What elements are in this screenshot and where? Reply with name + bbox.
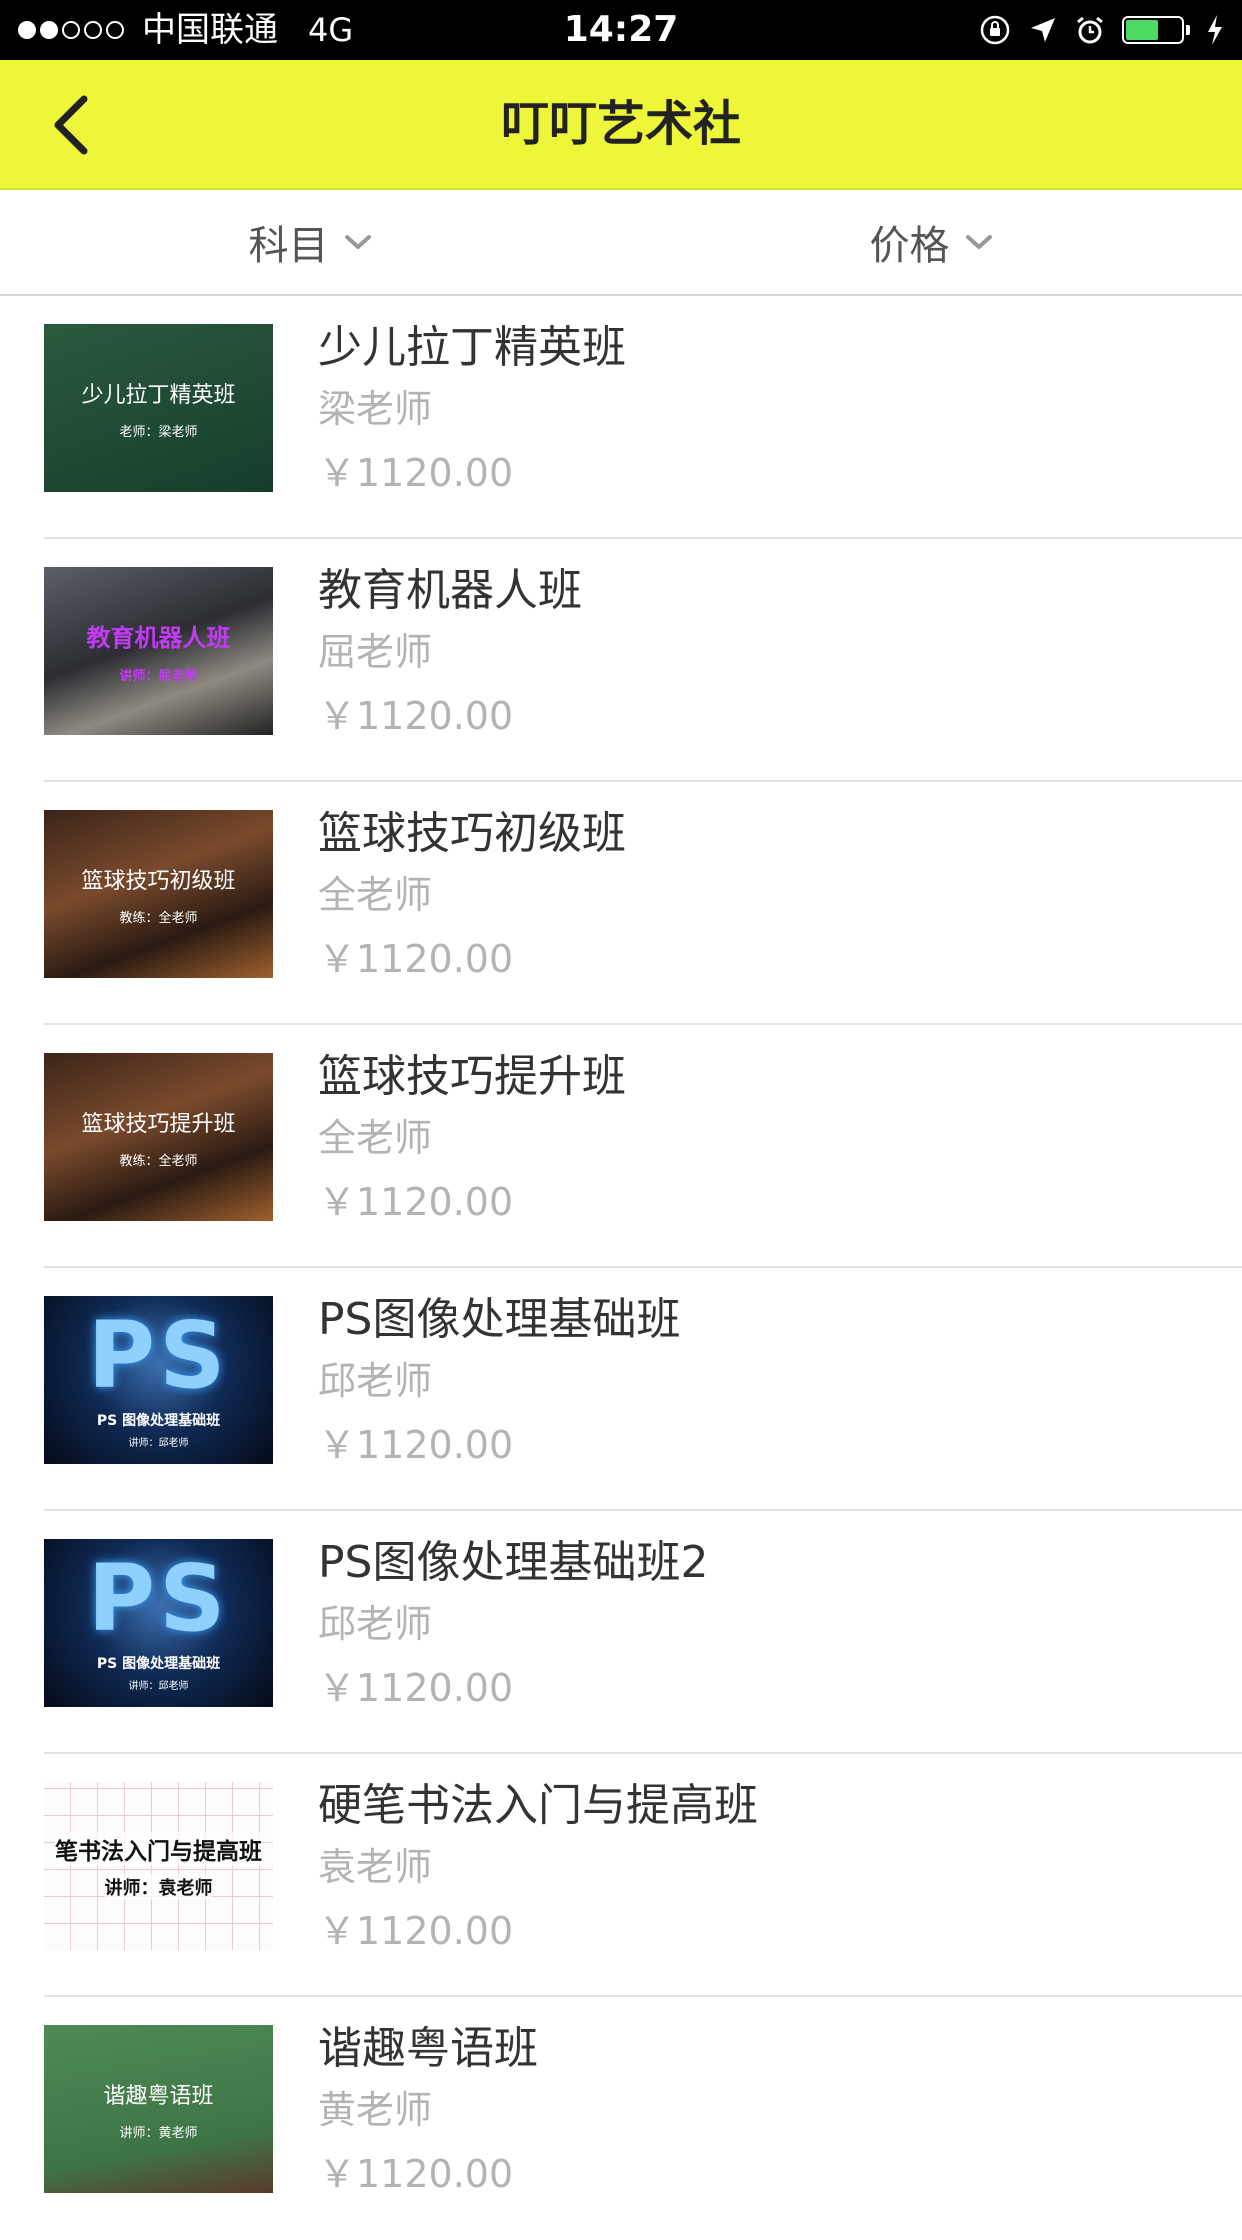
course-thumbnail: PS PS 图像处理基础班 讲师：邱老师 xyxy=(44,1296,273,1464)
course-teacher: 全老师 xyxy=(318,1116,433,1160)
chevron-down-icon xyxy=(343,232,373,252)
thumbnail-title: 少儿拉丁精英班 xyxy=(81,382,236,408)
thumbnail-title: 篮球技巧初级班 xyxy=(81,868,236,894)
alarm-icon xyxy=(1074,14,1106,46)
course-price: ￥1120.00 xyxy=(318,694,514,738)
course-title: 谐趣粤语班 xyxy=(318,2023,538,2074)
thumbnail-subtitle: 教练：全老师 xyxy=(119,910,198,926)
course-thumbnail: 篮球技巧提升班 教练：全老师 xyxy=(44,1053,273,1221)
rotation-lock-icon xyxy=(978,13,1012,47)
price-filter[interactable]: 价格 xyxy=(621,190,1242,294)
course-thumbnail: 笔书法入门与提高班 讲师：袁老师 xyxy=(44,1782,273,1950)
course-item[interactable]: 笔书法入门与提高班 讲师：袁老师 硬笔书法入门与提高班 袁老师 ￥1120.00 xyxy=(0,1754,1242,1997)
thumbnail-subtitle: 讲师：袁老师 xyxy=(104,1874,213,1900)
thumbnail-subtitle: 讲师：黄老师 xyxy=(119,2125,198,2141)
nav-bar: 叮叮艺术社 xyxy=(0,60,1242,190)
course-title: PS图像处理基础班 xyxy=(318,1294,681,1345)
course-price: ￥1120.00 xyxy=(318,937,514,981)
course-teacher: 梁老师 xyxy=(318,387,433,431)
thumbnail-logo-text: PS xyxy=(87,1545,230,1652)
filter-bar: 科目 价格 xyxy=(0,190,1242,296)
course-teacher: 邱老师 xyxy=(318,1359,433,1403)
subject-filter[interactable]: 科目 xyxy=(0,190,621,294)
page-title: 叮叮艺术社 xyxy=(500,96,741,152)
charging-icon xyxy=(1206,14,1224,46)
course-price: ￥1120.00 xyxy=(318,2152,514,2196)
course-price: ￥1120.00 xyxy=(318,451,514,495)
course-item[interactable]: PS PS 图像处理基础班 讲师：邱老师 PS图像处理基础班2 邱老师 ￥112… xyxy=(0,1511,1242,1754)
thumbnail-subtitle: 讲师：邱老师 xyxy=(128,1438,189,1449)
course-thumbnail: 谐趣粤语班 讲师：黄老师 xyxy=(44,2025,273,2193)
status-right xyxy=(962,8,1224,52)
course-list: 少儿拉丁精英班 老师：梁老师 少儿拉丁精英班 梁老师 ￥1120.00 教育机器… xyxy=(0,296,1242,2240)
thumbnail-title: PS 图像处理基础班 xyxy=(96,1656,221,1672)
subject-filter-label: 科目 xyxy=(248,223,329,269)
battery-cap xyxy=(1186,25,1190,35)
course-item[interactable]: PS PS 图像处理基础班 讲师：邱老师 PS图像处理基础班 邱老师 ￥1120… xyxy=(0,1268,1242,1511)
battery-fill xyxy=(1126,20,1159,40)
thumbnail-subtitle: 教练：全老师 xyxy=(119,1153,198,1169)
course-thumbnail: PS PS 图像处理基础班 讲师：邱老师 xyxy=(44,1539,273,1707)
course-price: ￥1120.00 xyxy=(318,1666,514,1710)
course-teacher: 屈老师 xyxy=(318,630,433,674)
course-teacher: 袁老师 xyxy=(318,1845,433,1889)
course-title: 少儿拉丁精英班 xyxy=(318,322,626,373)
course-price: ￥1120.00 xyxy=(318,1423,514,1467)
battery-level xyxy=(1122,16,1184,44)
status-bar: 中国联通 4G 14:27 xyxy=(0,0,1242,60)
price-filter-label: 价格 xyxy=(869,223,950,269)
thumbnail-title: 篮球技巧提升班 xyxy=(81,1111,236,1137)
course-item[interactable]: 篮球技巧提升班 教练：全老师 篮球技巧提升班 全老师 ￥1120.00 xyxy=(0,1025,1242,1268)
thumbnail-subtitle: 讲师：邱老师 xyxy=(128,1681,189,1692)
course-thumbnail: 少儿拉丁精英班 老师：梁老师 xyxy=(44,324,273,492)
course-teacher: 邱老师 xyxy=(318,1602,433,1646)
thumbnail-title: 谐趣粤语班 xyxy=(103,2083,214,2109)
course-teacher: 黄老师 xyxy=(318,2088,433,2132)
location-icon xyxy=(1028,15,1058,45)
course-title: 篮球技巧提升班 xyxy=(318,1051,626,1102)
battery-icon xyxy=(1122,16,1190,44)
course-title: PS图像处理基础班2 xyxy=(318,1537,709,1588)
thumbnail-logo-text: PS xyxy=(87,1302,230,1409)
course-title: 篮球技巧初级班 xyxy=(318,808,626,859)
course-teacher: 全老师 xyxy=(318,873,433,917)
thumbnail-subtitle: 老师：梁老师 xyxy=(119,424,198,440)
course-item[interactable]: 谐趣粤语班 讲师：黄老师 谐趣粤语班 黄老师 ￥1120.00 xyxy=(0,1997,1242,2240)
thumbnail-title: 教育机器人班 xyxy=(86,624,231,652)
thumbnail-title: PS 图像处理基础班 xyxy=(96,1413,221,1429)
course-title: 硬笔书法入门与提高班 xyxy=(318,1780,758,1831)
chevron-down-icon xyxy=(964,232,994,252)
thumbnail-title: 笔书法入门与提高班 xyxy=(55,1832,262,1866)
thumbnail-subtitle: 讲师：屈老师 xyxy=(119,669,198,684)
course-item[interactable]: 篮球技巧初级班 教练：全老师 篮球技巧初级班 全老师 ￥1120.00 xyxy=(0,782,1242,1025)
course-item[interactable]: 少儿拉丁精英班 老师：梁老师 少儿拉丁精英班 梁老师 ￥1120.00 xyxy=(0,296,1242,539)
course-price: ￥1120.00 xyxy=(318,1909,514,1953)
course-thumbnail: 教育机器人班 讲师：屈老师 xyxy=(44,567,273,735)
course-title: 教育机器人班 xyxy=(318,565,582,616)
course-price: ￥1120.00 xyxy=(318,1180,514,1224)
course-thumbnail: 篮球技巧初级班 教练：全老师 xyxy=(44,810,273,978)
course-item[interactable]: 教育机器人班 讲师：屈老师 教育机器人班 屈老师 ￥1120.00 xyxy=(0,539,1242,782)
